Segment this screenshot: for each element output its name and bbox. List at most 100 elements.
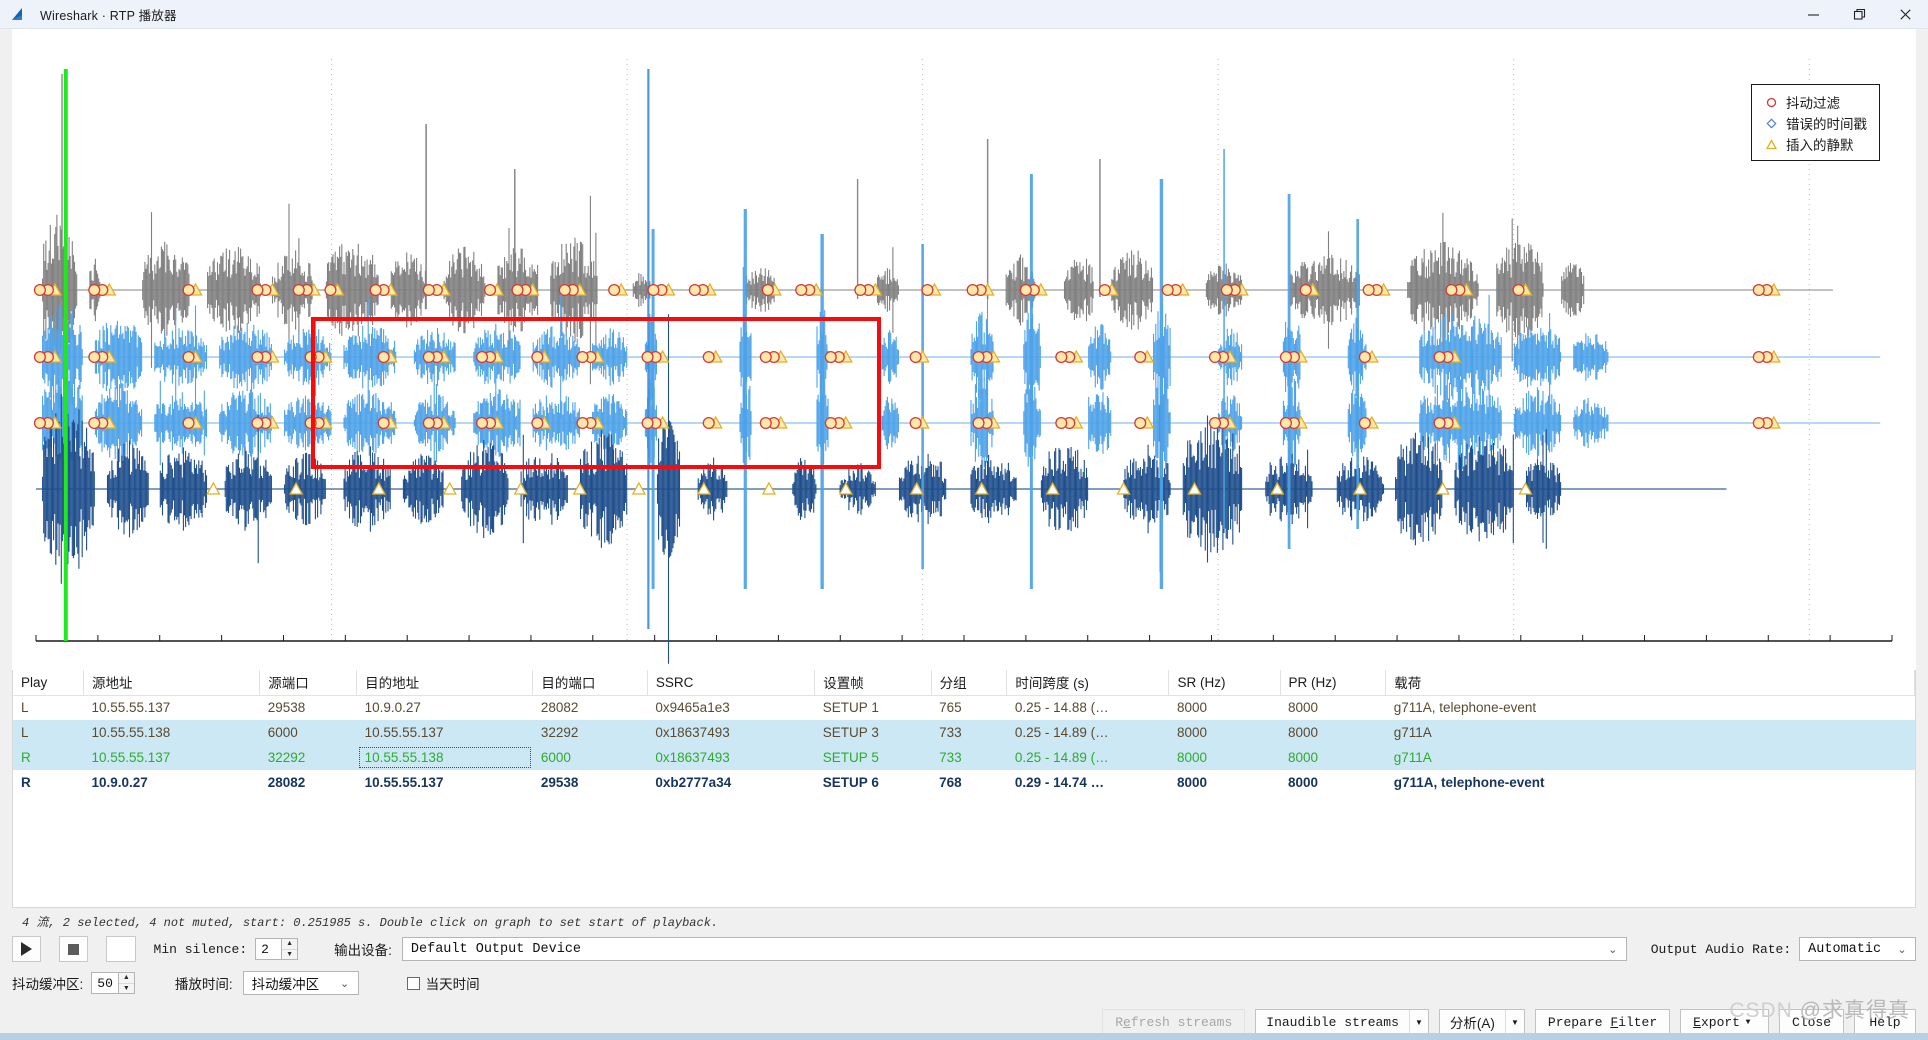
column-header-packets[interactable]: 分组 — [931, 670, 1008, 696]
cell-play[interactable]: R — [13, 770, 83, 795]
min-silence-stepper[interactable]: 2 ▲ ▼ — [255, 938, 299, 960]
spin-down-icon[interactable]: ▼ — [119, 984, 134, 994]
stop-button[interactable] — [59, 936, 89, 962]
cell-play[interactable]: L — [13, 720, 83, 745]
waveform-canvas[interactable]: 抖动过滤 错误的时间戳 插入的静默 — [12, 29, 1916, 670]
cell-packets[interactable]: 768 — [931, 770, 1007, 795]
cell-dst_addr[interactable]: 10.55.55.138 — [357, 745, 533, 770]
cell-ssrc[interactable]: 0x18637493 — [647, 745, 814, 770]
cell-packets[interactable]: 765 — [931, 695, 1007, 720]
column-header-src_addr[interactable]: 源地址 — [83, 670, 261, 696]
cell-pr[interactable]: 8000 — [1280, 695, 1386, 720]
cell-sr[interactable]: 8000 — [1169, 695, 1280, 720]
refresh-streams-button: Refresh streams — [1102, 1008, 1246, 1036]
chevron-down-icon[interactable]: ▼ — [1408, 1009, 1428, 1035]
extra-button[interactable] — [106, 936, 136, 962]
cell-setup_frame[interactable]: SETUP 6 — [815, 770, 931, 795]
column-header-ssrc[interactable]: SSRC — [647, 670, 816, 696]
time-of-day-checkbox[interactable]: 当天时间 — [406, 973, 480, 993]
stream-table[interactable]: Play 源地址 源端口 目的地址 目的端口 SSRC ⌃ 设置帧 分组 时间跨度 (s) SR (… — [12, 670, 1916, 908]
cell-pr[interactable]: 8000 — [1280, 770, 1386, 795]
cell-ssrc[interactable]: 0xb2777a34 — [647, 770, 814, 795]
cell-pr[interactable]: 8000 — [1280, 720, 1386, 745]
play-button[interactable] — [12, 936, 42, 962]
output-device-select[interactable]: Default Output Device ⌄ — [401, 937, 1627, 961]
cell-time_span[interactable]: 0.25 - 14.88 (… — [1007, 695, 1169, 720]
table-row[interactable]: R 10.55.55.137 32292 10.55.55.138 6000 0x1863… — [13, 745, 1915, 770]
cell-time_span[interactable]: 0.29 - 14.74 … — [1007, 770, 1169, 795]
minimize-button[interactable] — [1790, 0, 1836, 29]
cell-time_span[interactable]: 0.25 - 14.89 (… — [1007, 745, 1169, 770]
cell-payload[interactable]: g711A, telephone-event — [1386, 770, 1915, 795]
cell-src_port[interactable]: 29538 — [260, 695, 357, 720]
table-row[interactable]: L 10.55.55.138 6000 10.55.55.137 32292 0x1863… — [13, 720, 1915, 745]
column-header-src_port[interactable]: 源端口 — [259, 670, 358, 696]
cell-payload[interactable]: g711A — [1386, 745, 1915, 770]
cell-sr[interactable]: 8000 — [1169, 745, 1280, 770]
playback-time-select[interactable]: 抖动缓冲区 ⌄ — [242, 971, 359, 995]
cell-dst_port[interactable]: 29538 — [533, 770, 648, 795]
cell-payload[interactable]: g711A, telephone-event — [1386, 695, 1915, 720]
min-silence-value[interactable]: 2 — [255, 938, 282, 960]
inaudible-streams-button[interactable]: Inaudible streams ▼ — [1255, 1008, 1429, 1036]
cell-src_port[interactable]: 6000 — [260, 720, 357, 745]
min-silence-arrows[interactable]: ▲ ▼ — [281, 938, 299, 960]
inserted-silence-marker — [608, 282, 629, 297]
cell-sr[interactable]: 8000 — [1169, 720, 1280, 745]
spin-up-icon[interactable]: ▲ — [118, 973, 134, 984]
cell-dst_addr[interactable]: 10.9.0.27 — [357, 695, 533, 720]
cell-ssrc[interactable]: 0x18637493 — [647, 720, 814, 745]
cell-src_addr[interactable]: 10.55.55.137 — [83, 745, 259, 770]
cell-src_port[interactable]: 32292 — [260, 745, 357, 770]
cell-dst_addr[interactable]: 10.55.55.137 — [357, 770, 533, 795]
cell-play[interactable]: L — [13, 695, 83, 720]
column-header-label: 分组 — [939, 676, 967, 692]
waveform-graph-area[interactable]: 抖动过滤 错误的时间戳 插入的静默 2.557.51012.515 — [0, 29, 1928, 705]
close-button[interactable] — [1882, 0, 1928, 29]
analyze-button[interactable]: 分析(A) ▼ — [1438, 1008, 1525, 1036]
cell-pr[interactable]: 8000 — [1280, 745, 1386, 770]
cell-src_addr[interactable]: 10.9.0.27 — [83, 770, 259, 795]
cell-payload[interactable]: g711A — [1386, 720, 1915, 745]
column-header-label: SSRC — [655, 674, 694, 690]
column-header-setup_frame[interactable]: ⌃ 设置帧 — [814, 670, 932, 696]
cell-play[interactable]: R — [13, 745, 83, 770]
prepare-filter-button[interactable]: Prepare Filter — [1534, 1008, 1671, 1036]
cell-packets[interactable]: 733 — [931, 745, 1007, 770]
cell-ssrc[interactable]: 0x9465a1e3 — [647, 695, 814, 720]
sort-ascending-icon: ⌃ — [868, 670, 878, 676]
table-row[interactable]: L 10.55.55.137 29538 10.9.0.27 28082 0x9465a1… — [13, 695, 1915, 720]
chevron-down-icon[interactable]: ▼ — [1504, 1009, 1524, 1035]
column-header-play[interactable]: Play — [13, 670, 84, 696]
cell-setup_frame[interactable]: SETUP 3 — [815, 720, 931, 745]
jitter-buffer-arrows[interactable]: ▲ ▼ — [117, 972, 135, 994]
spin-down-icon[interactable]: ▼ — [282, 950, 297, 960]
cell-setup_frame[interactable]: SETUP 1 — [815, 695, 931, 720]
cell-sr[interactable]: 8000 — [1169, 770, 1280, 795]
jitter-buffer-stepper[interactable]: 50 ▲ ▼ — [91, 972, 135, 994]
waveform-plot[interactable] — [12, 29, 1916, 670]
cell-setup_frame[interactable]: SETUP 5 — [815, 745, 931, 770]
column-header-time_span[interactable]: 时间跨度 (s) — [1006, 670, 1170, 696]
column-header-pr[interactable]: PR (Hz) — [1280, 670, 1387, 696]
maximize-button[interactable] — [1836, 0, 1882, 29]
cell-packets[interactable]: 733 — [931, 720, 1007, 745]
column-header-payload[interactable]: 载荷 — [1385, 670, 1915, 696]
cell-dst_addr[interactable]: 10.55.55.137 — [357, 720, 533, 745]
cell-src_addr[interactable]: 10.55.55.138 — [83, 720, 259, 745]
cell-dst_port[interactable]: 32292 — [533, 720, 648, 745]
column-header-label: PR (Hz) — [1288, 674, 1337, 690]
table-row[interactable]: R 10.9.0.27 28082 10.55.55.137 29538 0xb2777a… — [13, 770, 1915, 795]
column-header-sr[interactable]: SR (Hz) — [1168, 670, 1281, 696]
table-body[interactable]: L 10.55.55.137 29538 10.9.0.27 28082 0x9465a1… — [13, 695, 1915, 795]
column-header-dst_port[interactable]: 目的端口 — [532, 670, 648, 696]
cell-time_span[interactable]: 0.25 - 14.89 (… — [1007, 720, 1169, 745]
column-header-dst_addr[interactable]: 目的地址 — [356, 670, 534, 696]
cell-dst_port[interactable]: 28082 — [533, 695, 648, 720]
cell-dst_port[interactable]: 6000 — [533, 745, 648, 770]
output-audio-rate-select[interactable]: Automatic ⌄ — [1799, 937, 1917, 961]
jitter-buffer-value[interactable]: 50 — [91, 972, 118, 994]
cell-src_addr[interactable]: 10.55.55.137 — [83, 695, 259, 720]
spin-up-icon[interactable]: ▲ — [282, 939, 298, 950]
cell-src_port[interactable]: 28082 — [260, 770, 357, 795]
